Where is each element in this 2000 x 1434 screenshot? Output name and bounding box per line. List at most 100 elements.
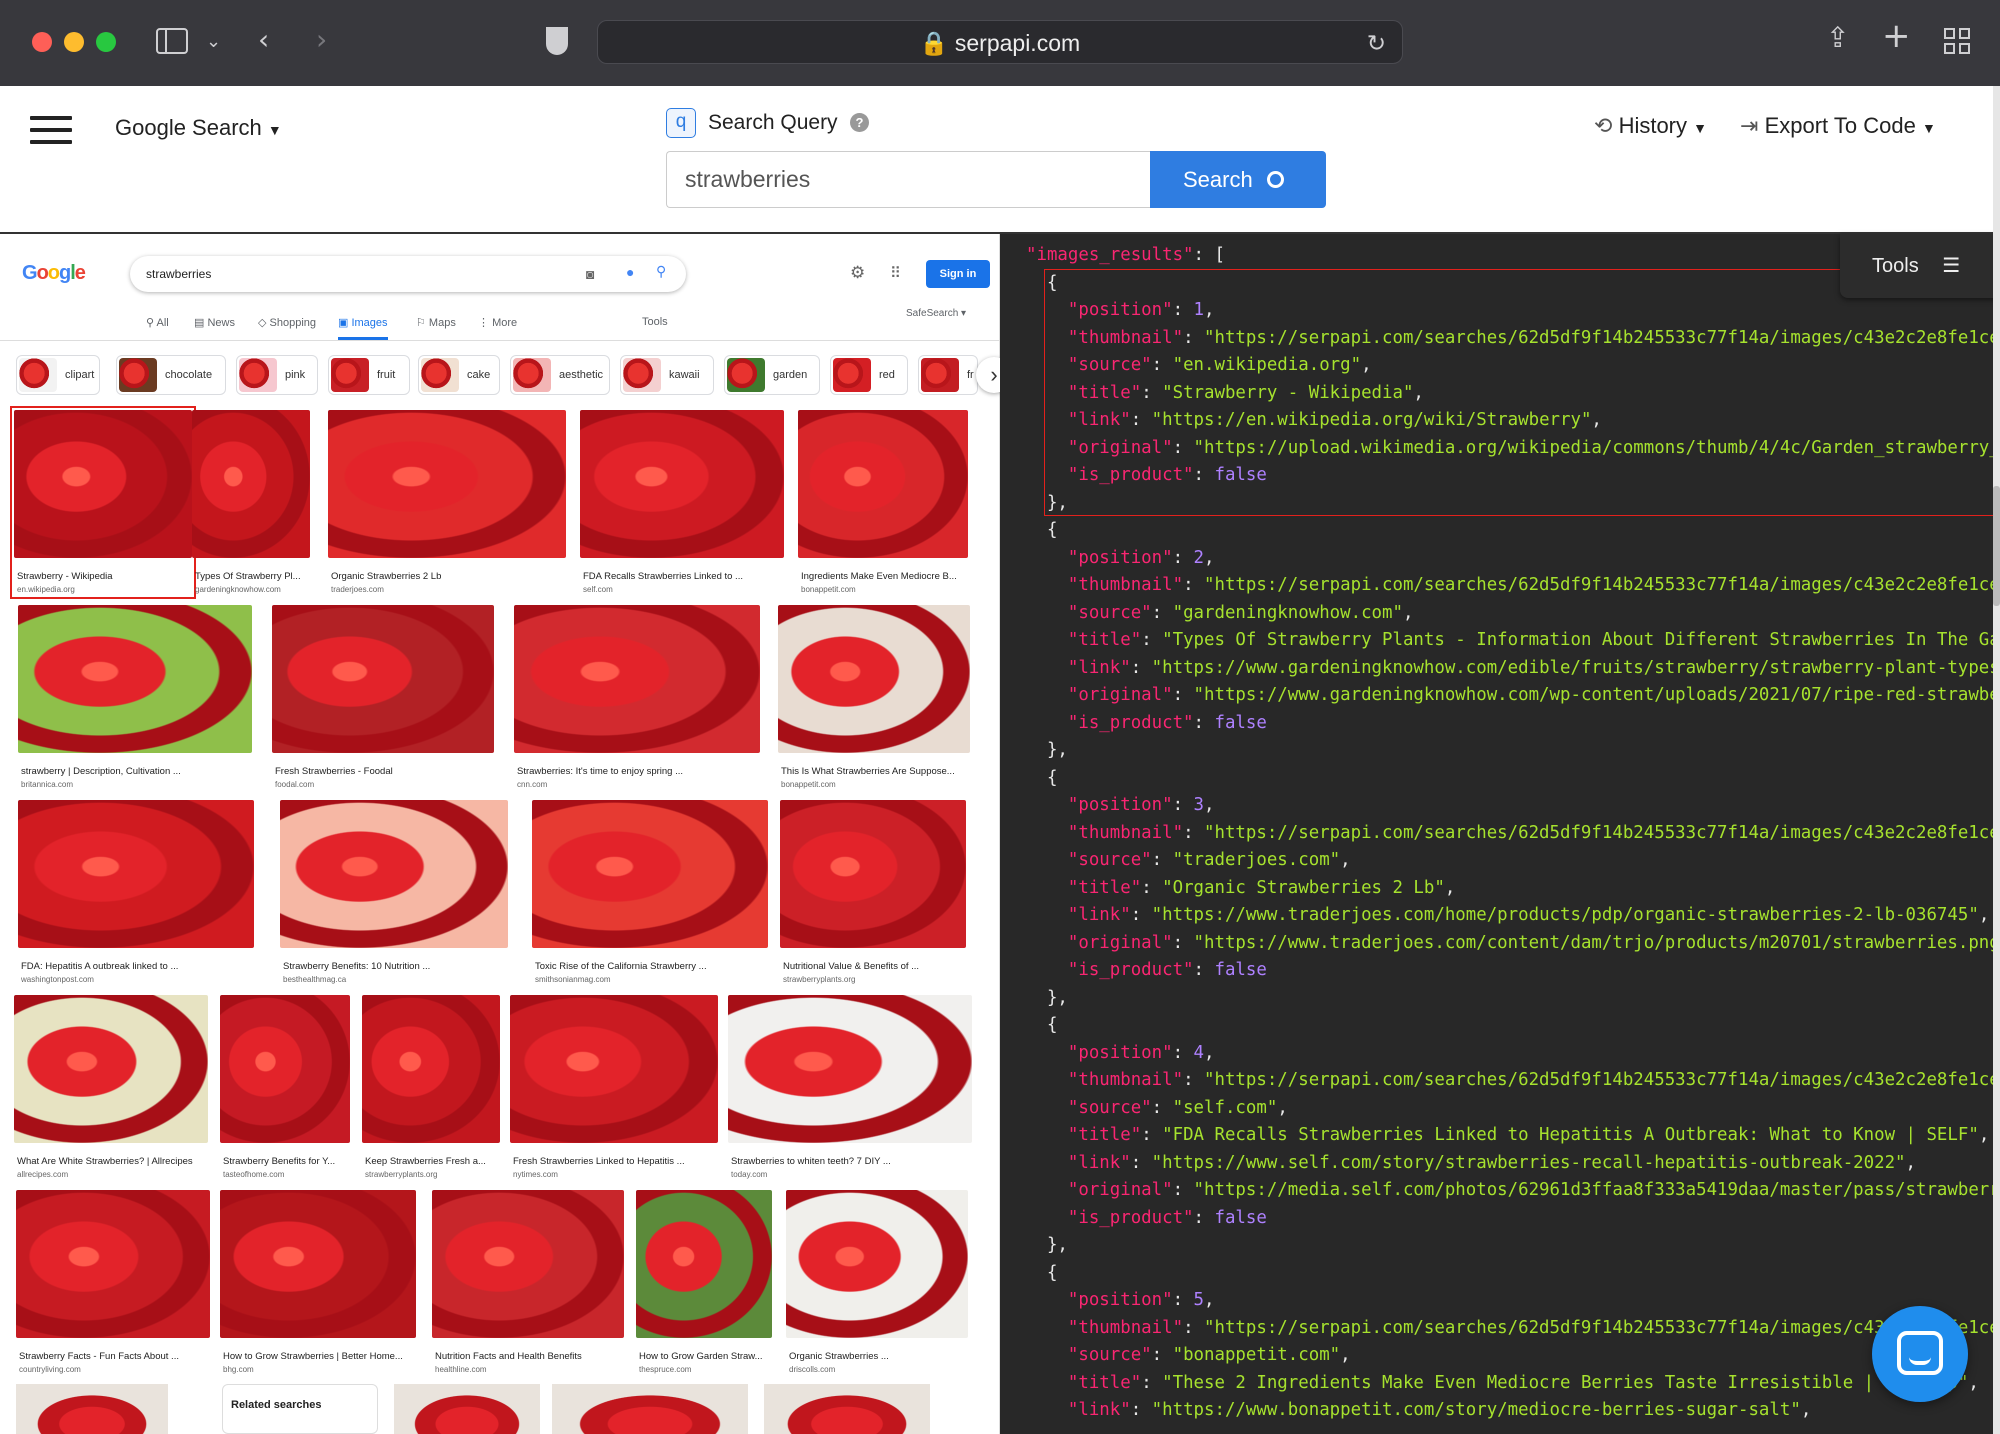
image-result[interactable]: Ingredients Make Even Mediocre B... bonap… (798, 410, 968, 595)
chip-label: cake (467, 369, 491, 381)
menu-icon[interactable] (30, 116, 72, 152)
related-chip[interactable]: cake (418, 355, 500, 395)
reload-icon[interactable]: ↻ (1367, 21, 1386, 65)
image-result[interactable]: Organic Strawberries ... driscolls.com (786, 1190, 968, 1375)
image-result[interactable]: Types Of Strawberry Pl... gardeningknowho… (192, 410, 310, 595)
query-badge: q (666, 108, 696, 138)
tab-news[interactable]: ▤ News (194, 316, 235, 329)
image-result[interactable]: This Is What Strawberries Are Suppose...… (778, 605, 970, 790)
image-result[interactable]: Strawberry Facts - Fun Facts About ... co… (16, 1190, 210, 1375)
image-result[interactable]: Strawberry Benefits: 10 Nutrition ... bes… (280, 800, 508, 985)
image-result[interactable]: Nutrition Facts and Health Benefits healt… (432, 1190, 624, 1375)
search-query-input[interactable]: strawberries (666, 151, 1150, 208)
tools-label: Tools (1872, 255, 1919, 277)
result-title: Nutrition Facts and Health Benefits (435, 1351, 582, 1362)
highlighted-result (1044, 269, 2000, 516)
image-result[interactable]: Toxic Rise of the California Strawberry … (532, 800, 768, 985)
image-result[interactable] (764, 1384, 930, 1434)
mic-icon[interactable]: ● (626, 264, 634, 280)
image-result[interactable]: Keep Strawberries Fresh a... strawberrypl… (362, 995, 500, 1180)
related-chip[interactable]: garden (724, 355, 820, 395)
share-icon[interactable]: ⇪ (1826, 24, 1849, 52)
result-title: Ingredients Make Even Mediocre B... (801, 571, 957, 582)
chat-launcher-button[interactable] (1872, 1306, 1968, 1402)
tab-images[interactable]: ▣ Images (338, 316, 388, 340)
maximize-window-button[interactable] (96, 32, 116, 52)
search-icon (1266, 171, 1284, 188)
result-title: Strawberry Benefits: 10 Nutrition ... (283, 961, 431, 972)
url-text: serpapi.com (954, 30, 1081, 56)
export-label: Export To Code (1764, 113, 1916, 138)
new-tab-icon[interactable]: + (1882, 19, 1911, 53)
related-chip[interactable]: kawaii (620, 355, 714, 395)
tab-maps[interactable]: ⚐ Maps (416, 316, 456, 329)
related-chip[interactable]: fruit (328, 355, 410, 395)
result-title: How to Grow Garden Straw... (639, 1351, 763, 1362)
image-result[interactable]: Fresh Strawberries - Foodal foodal.com (272, 605, 494, 790)
image-result[interactable]: How to Grow Garden Straw... thespruce.com (636, 1190, 772, 1375)
related-chip[interactable]: red (830, 355, 908, 395)
search-button[interactable]: Search (1150, 151, 1326, 208)
chevron-down-icon[interactable]: ⌄ (206, 28, 221, 56)
shield-icon[interactable] (546, 27, 568, 55)
chip-thumbnail (331, 358, 369, 392)
image-result[interactable] (394, 1384, 540, 1434)
related-chip[interactable]: chocolate (116, 355, 226, 395)
search-button-label: Search (1183, 167, 1253, 192)
result-title: FDA Recalls Strawberries Linked to ... (583, 571, 743, 582)
image-result[interactable]: Strawberries: It's time to enjoy spring … (514, 605, 760, 790)
tab-news-label: News (207, 317, 235, 329)
result-thumbnail (778, 605, 970, 753)
close-window-button[interactable] (32, 32, 52, 52)
settings-gear-icon[interactable]: ⚙ (850, 263, 865, 283)
image-result[interactable]: FDA: Hepatitis A outbreak linked to ... w… (18, 800, 254, 985)
image-result[interactable]: Organic Strawberries 2 Lb traderjoes.com (328, 410, 566, 595)
related-searches-card[interactable]: Related searches (222, 1384, 378, 1434)
minimize-window-button[interactable] (64, 32, 84, 52)
related-chip[interactable]: fr (918, 355, 978, 395)
apps-grid-icon[interactable]: ⠿ (890, 264, 901, 282)
image-result[interactable]: Strawberry - Wikipedia en.wikipedia.org (10, 406, 196, 599)
tab-overview-icon[interactable] (1944, 28, 1970, 54)
image-result[interactable]: Strawberry Benefits for Y... tasteofhome.… (220, 995, 350, 1180)
image-result[interactable]: Strawberries to whiten teeth? 7 DIY ... t… (728, 995, 972, 1180)
tab-shopping[interactable]: ◇ Shopping (258, 316, 316, 329)
tab-all[interactable]: ⚲ All (146, 316, 169, 329)
result-title: Organic Strawberries ... (789, 1351, 889, 1362)
page-scrollbar[interactable] (1993, 86, 2000, 1434)
result-thumbnail (14, 995, 208, 1143)
sign-in-button[interactable]: Sign in (926, 260, 990, 288)
image-result[interactable]: strawberry | Description, Cultivation ..… (18, 605, 252, 790)
related-chip[interactable]: clipart (16, 355, 100, 395)
export-button[interactable]: ⇥ Export To Code ▼ (1740, 113, 1936, 139)
caret-down-icon: ▼ (267, 122, 282, 138)
address-bar[interactable]: 🔒 serpapi.com ↻ (597, 20, 1403, 64)
image-result[interactable]: FDA Recalls Strawberries Linked to ... se… (580, 410, 784, 595)
tab-more[interactable]: ⋮ More (478, 316, 517, 329)
image-result[interactable]: How to Grow Strawberries | Better Home..… (220, 1190, 416, 1375)
result-thumbnail (510, 995, 718, 1143)
image-result[interactable]: What Are White Strawberries? | Allrecipe… (14, 995, 208, 1180)
engine-select[interactable]: Google Search ▼ (115, 115, 282, 141)
help-icon[interactable]: ? (850, 113, 869, 132)
result-thumbnail (16, 1190, 210, 1338)
google-search-icon[interactable]: ⚲ (656, 263, 666, 280)
image-result[interactable] (552, 1384, 748, 1434)
camera-icon[interactable]: ◙ (586, 266, 594, 282)
tab-tools[interactable]: Tools (642, 316, 668, 328)
chip-label: clipart (65, 369, 95, 381)
forward-icon[interactable]: › (316, 26, 327, 54)
tools-panel-toggle[interactable]: Tools ☰ (1840, 234, 2000, 298)
safesearch-menu[interactable]: SafeSearch ▾ (906, 308, 966, 319)
history-button[interactable]: ⟲ History ▼ (1594, 113, 1707, 139)
back-icon[interactable]: ‹ (258, 26, 269, 54)
tabs-divider (0, 340, 1000, 341)
image-result[interactable] (16, 1384, 168, 1434)
result-source: self.com (583, 585, 613, 594)
image-result[interactable]: Nutritional Value & Benefits of ... straw… (780, 800, 966, 985)
google-search-box[interactable] (130, 256, 686, 292)
sidebar-toggle-icon[interactable] (156, 28, 188, 54)
related-chip[interactable]: pink (236, 355, 318, 395)
related-chip[interactable]: aesthetic (510, 355, 610, 395)
image-result[interactable]: Fresh Strawberries Linked to Hepatitis .… (510, 995, 718, 1180)
